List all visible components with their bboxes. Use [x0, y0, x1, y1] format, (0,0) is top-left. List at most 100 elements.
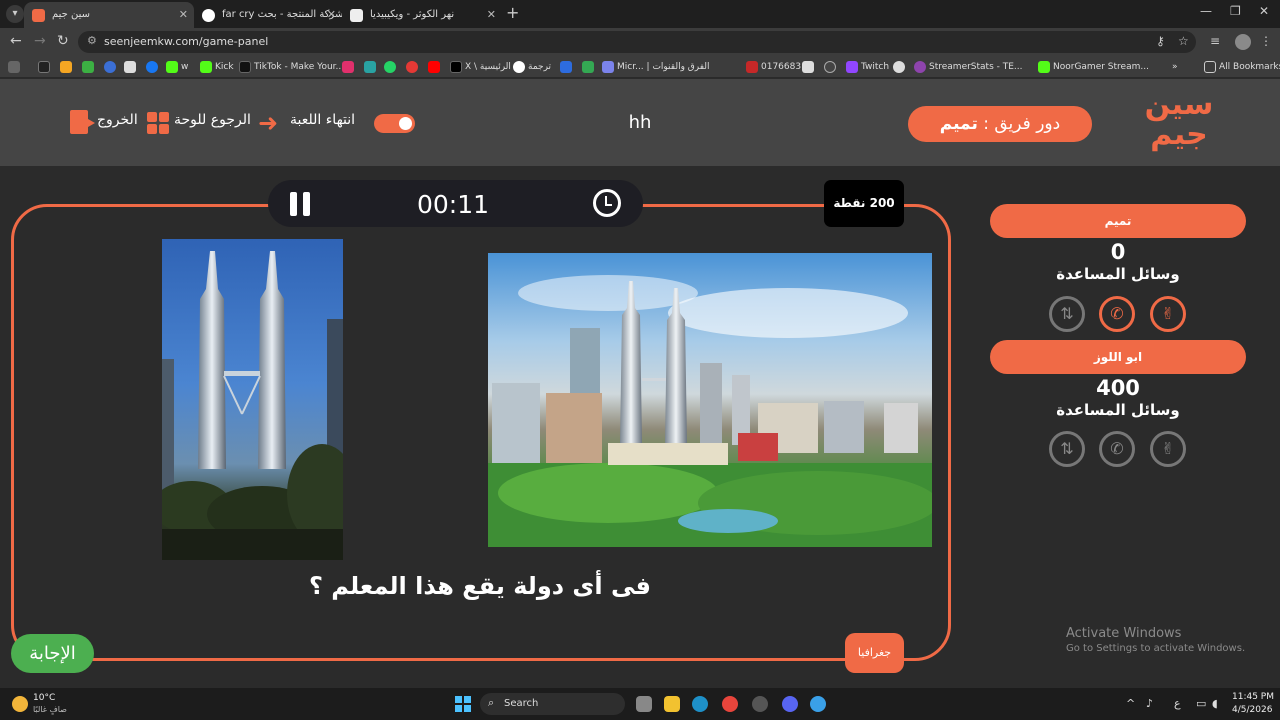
bookmark-a-icon[interactable]	[60, 61, 72, 73]
bookmark-x[interactable]: X \ الرئيسية	[450, 59, 511, 75]
site-info-icon[interactable]: ⚙	[87, 34, 97, 47]
youtube-icon[interactable]	[428, 61, 440, 73]
task-view-icon[interactable]	[636, 696, 652, 712]
instagram-icon[interactable]	[342, 61, 354, 73]
close-tab-icon[interactable]: ✕	[179, 2, 188, 28]
meta-icon[interactable]	[560, 61, 572, 73]
points-badge: 200 نقطة	[824, 180, 904, 227]
bookmark-r-blue-icon[interactable]	[104, 61, 116, 73]
input-language[interactable]: ع	[1174, 697, 1181, 710]
timer-bar: 00:11	[268, 180, 643, 227]
maximize-icon[interactable]: ❐	[1230, 4, 1241, 18]
all-bookmarks-folder[interactable]: All Bookmarks	[1204, 59, 1280, 75]
bookmark-r-icon[interactable]	[38, 61, 50, 73]
activate-windows-title: Activate Windows	[1066, 626, 1182, 641]
tab-search-button[interactable]: ▾	[6, 5, 24, 23]
team-turn-indicator: دور فريق : تميم	[908, 106, 1092, 142]
windows-taskbar: 10°C صافٍ غالبًا ⌕ Search ^ ♪ ع ▭ ◖ 11:4…	[0, 688, 1280, 720]
password-key-icon[interactable]: ⚷	[1156, 34, 1165, 48]
back-to-board-button[interactable]: الرجوع للوحة	[174, 112, 251, 128]
network-icon[interactable]: ▭	[1196, 697, 1206, 710]
tray-overflow-icon[interactable]: ^	[1126, 697, 1135, 710]
exit-door-icon[interactable]	[70, 110, 95, 134]
taskbar-search[interactable]: ⌕ Search	[480, 693, 625, 715]
team-2-aids-label: وسائل المساعدة	[1056, 401, 1180, 419]
volume-icon[interactable]: ◖	[1212, 697, 1218, 710]
new-tab-icon[interactable]: +	[506, 3, 519, 22]
discord-icon[interactable]	[782, 696, 798, 712]
bookmark-signal-icon[interactable]	[82, 61, 94, 73]
reset-timer-icon[interactable]	[593, 189, 621, 217]
team-1-name: تميم	[990, 204, 1246, 238]
team-2-call-friend-icon[interactable]: ✆	[1099, 431, 1135, 467]
url-field[interactable]: ⚙ seenjeemkw.com/game-panel ⚷ ☆	[78, 31, 1196, 53]
activate-windows-subtitle: Go to Settings to activate Windows.	[1066, 643, 1246, 654]
reload-icon[interactable]: ↻	[57, 33, 69, 49]
apps-grid-icon[interactable]	[8, 61, 20, 73]
profile-avatar[interactable]	[1235, 34, 1251, 50]
answer-button[interactable]: الإجابة	[11, 634, 94, 673]
bookmarks-overflow-icon[interactable]: »	[1172, 59, 1178, 75]
bookmark-kick-w[interactable]: w	[166, 59, 188, 75]
windows-start-icon[interactable]	[455, 696, 471, 712]
bookmark-microsoft-teams[interactable]: Micr... | الفرق والقنوات	[602, 59, 710, 75]
bookmark-globe-icon[interactable]	[893, 61, 905, 73]
minimize-icon[interactable]: —	[1200, 4, 1212, 18]
forward-icon[interactable]: →	[34, 33, 46, 49]
end-game-toggle[interactable]	[374, 114, 415, 133]
weather-description: صافٍ غالبًا	[33, 705, 67, 714]
team-1-swap-turn-icon[interactable]: ⇅	[1049, 296, 1085, 332]
bookmark-y-icon[interactable]	[406, 61, 418, 73]
tab-seen-jeem[interactable]: سين جيم ✕	[24, 2, 194, 28]
bookmark-number[interactable]: 0176683	[746, 59, 801, 75]
team-2-score: 400	[1096, 376, 1140, 400]
back-icon[interactable]: ←	[10, 33, 22, 49]
weather-icon[interactable]	[12, 696, 28, 712]
app-blue-icon[interactable]	[810, 696, 826, 712]
bookmark-streamerstats[interactable]: StreamerStats - TE...	[914, 59, 1023, 75]
team-2-swap-turn-icon[interactable]: ⇅	[1049, 431, 1085, 467]
tab-google-search[interactable]: far cry شركة المنتجة - بحث Goog ✕	[194, 2, 342, 28]
edge-icon[interactable]	[692, 696, 708, 712]
bookmark-instagram-gray-icon[interactable]	[124, 61, 136, 73]
exit-button[interactable]: الخروج	[97, 112, 138, 128]
browser-tab-bar: ▾ سين جيم ✕ far cry شركة المنتجة - بحث G…	[0, 0, 1280, 28]
clock-time[interactable]: 11:45 PM	[1232, 692, 1274, 702]
team-1-score: 0	[1110, 240, 1126, 264]
chrome-icon[interactable]	[722, 696, 738, 712]
clock-date[interactable]: 4/5/2026	[1232, 705, 1272, 715]
pause-icon[interactable]	[290, 192, 310, 216]
bookmark-noorgamer[interactable]: NoorGamer Stream...	[1038, 59, 1149, 75]
github-icon[interactable]	[824, 61, 836, 73]
menu-kebab-icon[interactable]: ⋮	[1260, 34, 1272, 48]
bookmark-translate[interactable]: ترجمة	[513, 59, 551, 75]
bookmarks-bar: w Kick TikTok - Make Your... X \ الرئيسي…	[0, 56, 1280, 78]
bookmark-tiktok[interactable]: TikTok - Make Your...	[239, 59, 344, 75]
back-arrow-icon[interactable]: ➜	[258, 111, 278, 135]
board-grid-icon[interactable]	[147, 112, 169, 134]
bookmark-twitch[interactable]: Twitch	[846, 59, 889, 75]
facebook-icon[interactable]	[146, 61, 158, 73]
play-store-icon[interactable]	[582, 61, 594, 73]
close-tab-icon[interactable]: ✕	[327, 2, 336, 28]
team-1-call-friend-icon[interactable]: ✆	[1099, 296, 1135, 332]
bookmark-circle-icon[interactable]	[802, 61, 814, 73]
tab-wikipedia[interactable]: نهر الكوثر - ويكيبيديا ✕	[342, 2, 502, 28]
microphone-icon[interactable]: ♪	[1146, 697, 1153, 710]
close-tab-icon[interactable]: ✕	[487, 2, 496, 28]
end-game-button[interactable]: انتهاء اللعبة	[290, 112, 355, 128]
wikipedia-favicon-icon	[350, 9, 363, 22]
whatsapp-icon[interactable]	[384, 61, 396, 73]
bookmark-kick[interactable]: Kick	[200, 59, 234, 75]
team-2-two-answers-icon[interactable]: ✌	[1150, 431, 1186, 467]
media-icon[interactable]: ≡	[1210, 34, 1220, 48]
team-1-aids-label: وسائل المساعدة	[1056, 265, 1180, 283]
turn-team-name: تميم	[939, 114, 978, 134]
close-window-icon[interactable]: ✕	[1259, 4, 1269, 18]
timer-display: 00:11	[416, 190, 490, 219]
bookmark-star-icon[interactable]: ☆	[1178, 34, 1189, 48]
bookmark-teal-icon[interactable]	[364, 61, 376, 73]
app-icon[interactable]	[752, 696, 768, 712]
team-1-two-answers-icon[interactable]: ✌	[1150, 296, 1186, 332]
file-explorer-icon[interactable]	[664, 696, 680, 712]
